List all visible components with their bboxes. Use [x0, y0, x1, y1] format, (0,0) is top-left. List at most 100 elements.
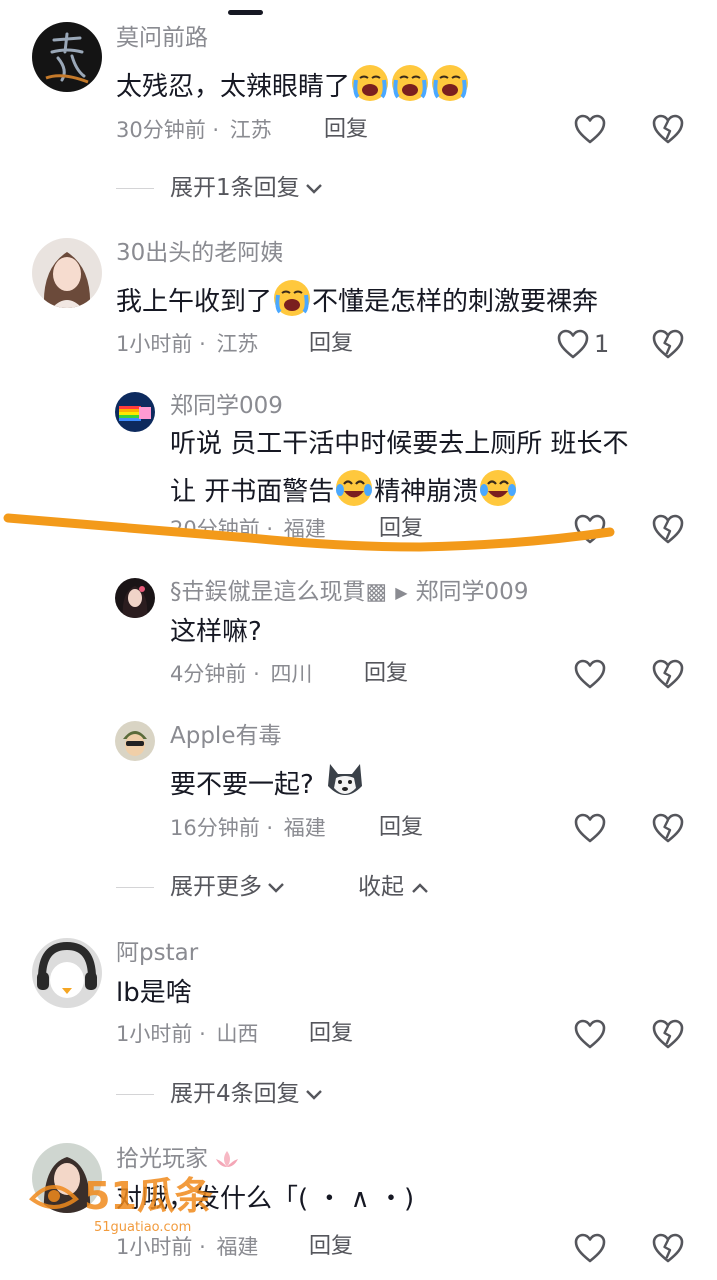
reply-button[interactable]: 回复: [309, 1023, 353, 1045]
expand-divider: [116, 188, 154, 189]
comment-time: 1小时前: [116, 1235, 193, 1259]
meta-separator: ·: [266, 517, 274, 541]
watermark-url: 51guatiao.com: [94, 1220, 191, 1235]
reply-text-content: 要不要一起?: [170, 770, 314, 800]
husky-emoji-icon: [324, 760, 366, 812]
like-button[interactable]: [573, 1018, 607, 1050]
broken-heart-icon: [652, 1233, 684, 1263]
avatar[interactable]: [115, 578, 155, 618]
avatar[interactable]: [32, 938, 102, 1008]
comment-meta: 30分钟前 · 江苏: [116, 120, 272, 141]
like-button[interactable]: [573, 513, 607, 545]
avatar[interactable]: [115, 721, 155, 761]
heart-icon: [574, 813, 606, 843]
reply-username[interactable]: §卋鋘僦昰這么现貫▩: [170, 581, 387, 604]
reply-button[interactable]: 回复: [309, 333, 353, 355]
dislike-button[interactable]: [651, 113, 685, 145]
lotus-icon: [216, 1151, 238, 1167]
reply-time: 20分钟前: [170, 517, 260, 541]
tears-of-joy-emoji-icon: [334, 468, 374, 518]
girl-dark-avatar-icon: [115, 578, 155, 618]
reply-button[interactable]: 回复: [309, 1236, 353, 1258]
collapse-button[interactable]: 收起: [358, 876, 430, 899]
dislike-button[interactable]: [651, 1232, 685, 1264]
reply-text: 这样嘛?: [170, 617, 262, 647]
chevron-down-icon: [305, 183, 322, 194]
expand-label: 展开4条回复: [170, 1081, 300, 1107]
expand-divider: [116, 1094, 154, 1095]
girl-portrait-icon: [32, 1143, 102, 1213]
expand-replies-button[interactable]: 展开1条回复: [116, 177, 324, 200]
reply-username[interactable]: 郑同学009: [170, 395, 283, 418]
comment-meta: 1小时前 · 山西: [116, 1024, 258, 1045]
comment-username[interactable]: 莫问前路: [116, 27, 208, 50]
like-button[interactable]: [573, 113, 607, 145]
expand-more-button[interactable]: 展开更多: [116, 876, 286, 899]
reply-button[interactable]: 回复: [379, 518, 423, 540]
comment-text: 太残忍，太辣眼睛了: [116, 63, 470, 113]
expand-replies-button[interactable]: 展开4条回复: [116, 1083, 324, 1106]
heart-icon: [574, 114, 606, 144]
meta-separator: ·: [266, 816, 274, 840]
broken-heart-icon: [652, 114, 684, 144]
like-button[interactable]: [573, 1232, 607, 1264]
reply-time: 4分钟前: [170, 662, 247, 686]
avatar[interactable]: [32, 1143, 102, 1213]
headphone-avatar-icon: [32, 938, 102, 1008]
comment-username[interactable]: 30出头的老阿姨: [116, 242, 283, 265]
reply-button[interactable]: 回复: [364, 663, 408, 685]
dislike-button[interactable]: [651, 812, 685, 844]
reply-location: 四川: [270, 662, 313, 686]
reply-text-line: 让 开书面警告 精神崩溃: [170, 468, 518, 518]
meta-separator: ·: [212, 118, 220, 142]
reply-meta: 4分钟前 · 四川: [170, 664, 312, 685]
comment-username[interactable]: 拾光玩家: [116, 1147, 208, 1171]
reply-meta: 20分钟前 · 福建: [170, 519, 326, 540]
chevron-down-icon: [268, 882, 284, 893]
dislike-button[interactable]: [651, 513, 685, 545]
collapse-label: 收起: [358, 874, 404, 900]
heart-icon: [574, 514, 606, 544]
like-button[interactable]: [573, 658, 607, 690]
crying-emoji-icon: [272, 278, 312, 328]
like-button[interactable]: [573, 812, 607, 844]
comment-text-part: 我上午收到了: [116, 287, 273, 317]
reply-text-part: 精神崩溃: [374, 477, 479, 507]
heart-icon: [557, 329, 589, 359]
broken-heart-icon: [652, 659, 684, 689]
status-notch: [228, 10, 263, 15]
reply-text-part: 让 开书面警告: [170, 477, 335, 507]
comment-location: 江苏: [216, 332, 259, 356]
reply-username[interactable]: Apple有毒: [170, 725, 281, 748]
chevron-up-icon: [412, 882, 428, 893]
reply-to-username[interactable]: 郑同学009: [416, 581, 529, 604]
tears-of-joy-emoji-icon: [478, 468, 518, 518]
comment-meta: 1小时前 · 福建: [116, 1237, 258, 1258]
comment-text: lb是啥: [116, 978, 192, 1008]
avatar[interactable]: [32, 238, 102, 308]
comment-time: 1小时前: [116, 1022, 193, 1046]
avatar[interactable]: [115, 392, 155, 432]
comment-text-content: 太残忍，太辣眼睛了: [116, 72, 351, 102]
dislike-button[interactable]: [651, 1018, 685, 1050]
reply-meta: 16分钟前 · 福建: [170, 818, 326, 839]
comment-location: 福建: [216, 1235, 259, 1259]
dislike-button[interactable]: [651, 328, 685, 360]
meta-separator: ·: [199, 1235, 206, 1259]
broken-heart-icon: [652, 813, 684, 843]
reply-to-arrow-icon: ▶: [395, 582, 408, 602]
reply-button[interactable]: 回复: [324, 119, 368, 141]
comment-text-part: 不懂是怎样的刺激要裸奔: [312, 287, 599, 317]
comment-location: 山西: [216, 1022, 259, 1046]
like-button[interactable]: 1: [556, 328, 609, 360]
comment-username[interactable]: 阿pstar: [116, 942, 198, 965]
rainbow-avatar-icon: [115, 392, 155, 432]
reply-location: 福建: [283, 816, 326, 840]
reply-button[interactable]: 回复: [379, 817, 423, 839]
dislike-button[interactable]: [651, 658, 685, 690]
chevron-down-icon: [305, 1089, 322, 1100]
avatar[interactable]: [32, 22, 102, 92]
broken-heart-icon: [652, 514, 684, 544]
comment-text: 我上午收到了 不懂是怎样的刺激要裸奔: [116, 278, 598, 328]
reply-text-line: 听说 员工干活中时候要去上厕所 班长不: [170, 429, 629, 459]
